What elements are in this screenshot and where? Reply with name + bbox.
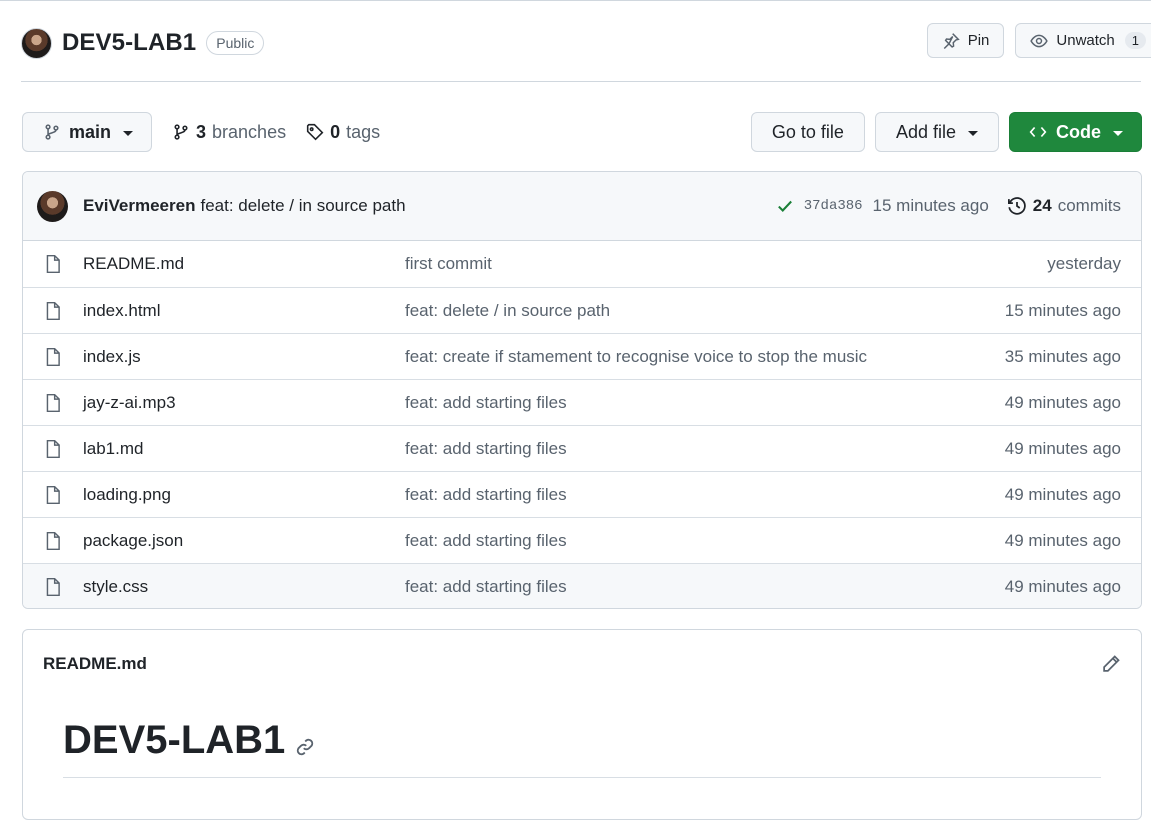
file-commit-message[interactable]: feat: add starting files xyxy=(405,485,1005,505)
file-icon xyxy=(44,531,64,551)
file-row[interactable]: index.html feat: delete / in source path… xyxy=(23,287,1141,333)
git-branch-icon xyxy=(43,123,61,141)
file-row[interactable]: lab1.md feat: add starting files 49 minu… xyxy=(23,425,1141,471)
file-browser: EviVermeeren feat: delete / in source pa… xyxy=(22,171,1142,609)
unwatch-button[interactable]: Unwatch 1 xyxy=(1015,23,1151,58)
file-commit-message[interactable]: feat: add starting files xyxy=(405,531,1005,551)
file-icon xyxy=(44,485,64,505)
file-icon xyxy=(44,393,64,413)
file-icon xyxy=(44,439,64,459)
watch-count: 1 xyxy=(1124,32,1146,49)
commit-message[interactable]: feat: delete / in source path xyxy=(200,196,405,216)
readme-filename[interactable]: README.md xyxy=(43,654,147,674)
file-row[interactable]: package.json feat: add starting files 49… xyxy=(23,517,1141,563)
file-name[interactable]: style.css xyxy=(83,577,405,597)
commits-link[interactable]: 24 commits xyxy=(1007,196,1121,216)
readme-panel: README.md DEV5-LAB1 xyxy=(22,629,1142,820)
unwatch-label: Unwatch xyxy=(1056,32,1115,49)
file-age: 49 minutes ago xyxy=(1004,530,1121,550)
top-border xyxy=(0,0,1151,3)
go-to-file-button[interactable]: Go to file xyxy=(750,112,865,152)
file-age: 49 minutes ago xyxy=(1004,392,1121,412)
commit-sha[interactable]: 37da386 xyxy=(804,198,863,214)
file-commit-message[interactable]: feat: delete / in source path xyxy=(405,301,1005,321)
history-icon xyxy=(1007,196,1027,216)
file-age: 35 minutes ago xyxy=(1004,346,1121,366)
branch-select[interactable]: main xyxy=(22,112,153,152)
file-age: 15 minutes ago xyxy=(1004,300,1121,320)
visibility-badge: Public xyxy=(206,31,265,55)
file-icon xyxy=(44,301,64,321)
branches-label: branches xyxy=(212,121,287,142)
file-name[interactable]: package.json xyxy=(83,531,405,551)
file-row[interactable]: style.css feat: add starting files 49 mi… xyxy=(23,563,1141,608)
file-age: yesterday xyxy=(1047,254,1121,273)
readme-heading-text: DEV5-LAB1 xyxy=(63,718,286,762)
git-branch-icon xyxy=(172,123,190,141)
check-icon[interactable] xyxy=(776,197,794,215)
tags-count: 0 xyxy=(330,121,341,142)
file-commit-message[interactable]: feat: create if stamement to recognise v… xyxy=(405,347,1005,367)
file-age: 49 minutes ago xyxy=(1004,484,1121,504)
file-name[interactable]: index.html xyxy=(83,301,405,321)
pin-icon xyxy=(942,32,960,50)
file-row[interactable]: index.js feat: create if stamement to re… xyxy=(23,333,1141,379)
header-divider xyxy=(21,81,1141,82)
file-name[interactable]: loading.png xyxy=(83,485,405,505)
file-age: 49 minutes ago xyxy=(1004,576,1121,596)
file-commit-message[interactable]: feat: add starting files xyxy=(405,577,1005,597)
chevron-down-icon xyxy=(968,130,978,136)
file-icon xyxy=(44,347,64,367)
code-label: Code xyxy=(1056,121,1101,142)
code-button[interactable]: Code xyxy=(1009,112,1142,152)
add-file-button[interactable]: Add file xyxy=(874,112,999,152)
file-list: README.md first commit yesterday index.h… xyxy=(23,241,1141,608)
tags-label: tags xyxy=(346,121,381,142)
file-name[interactable]: jay-z-ai.mp3 xyxy=(83,393,405,413)
repo-title[interactable]: DEV5-LAB1 xyxy=(62,29,196,57)
readme-content: DEV5-LAB1 xyxy=(23,698,1141,778)
commits-count: 24 xyxy=(1032,196,1052,215)
repo-actions: Pin Unwatch 1 xyxy=(926,23,1151,58)
file-commit-message[interactable]: first commit xyxy=(405,254,1047,274)
branches-count: 3 xyxy=(196,121,207,142)
latest-commit-bar: EviVermeeren feat: delete / in source pa… xyxy=(23,172,1141,241)
repo-toolbar: main 3 branches 0 tags Go to file Add fi… xyxy=(22,112,1142,152)
owner-avatar[interactable] xyxy=(21,27,52,59)
add-file-label: Add file xyxy=(895,121,956,142)
repo-header: DEV5-LAB1 Public xyxy=(21,26,265,60)
code-icon xyxy=(1028,123,1048,141)
branches-link[interactable]: 3 branches xyxy=(172,122,286,143)
pencil-icon[interactable] xyxy=(1101,654,1121,674)
pin-label: Pin xyxy=(967,32,990,49)
commit-author-avatar[interactable] xyxy=(37,190,68,222)
file-age: 49 minutes ago xyxy=(1004,438,1121,458)
eye-icon xyxy=(1030,32,1049,50)
readme-heading: DEV5-LAB1 xyxy=(63,718,1101,778)
chevron-down-icon xyxy=(1113,130,1123,136)
file-icon xyxy=(44,577,64,597)
tag-icon xyxy=(306,123,324,141)
tags-link[interactable]: 0 tags xyxy=(306,122,380,143)
file-name[interactable]: README.md xyxy=(83,254,405,274)
commit-author[interactable]: EviVermeeren xyxy=(83,196,195,216)
commit-time: 15 minutes ago xyxy=(872,196,989,215)
pin-button[interactable]: Pin xyxy=(926,23,1005,58)
file-name[interactable]: lab1.md xyxy=(83,439,405,459)
readme-header: README.md xyxy=(23,630,1141,698)
link-icon[interactable] xyxy=(295,737,315,757)
file-row[interactable]: README.md first commit yesterday xyxy=(23,241,1141,287)
file-commit-message[interactable]: feat: add starting files xyxy=(405,439,1005,459)
file-row[interactable]: jay-z-ai.mp3 feat: add starting files 49… xyxy=(23,379,1141,425)
file-row[interactable]: loading.png feat: add starting files 49 … xyxy=(23,471,1141,517)
file-icon xyxy=(44,254,64,274)
commits-label: commits xyxy=(1057,196,1121,215)
branch-name: main xyxy=(69,121,112,142)
file-commit-message[interactable]: feat: add starting files xyxy=(405,393,1005,413)
chevron-down-icon xyxy=(123,130,134,136)
file-name[interactable]: index.js xyxy=(83,347,405,367)
